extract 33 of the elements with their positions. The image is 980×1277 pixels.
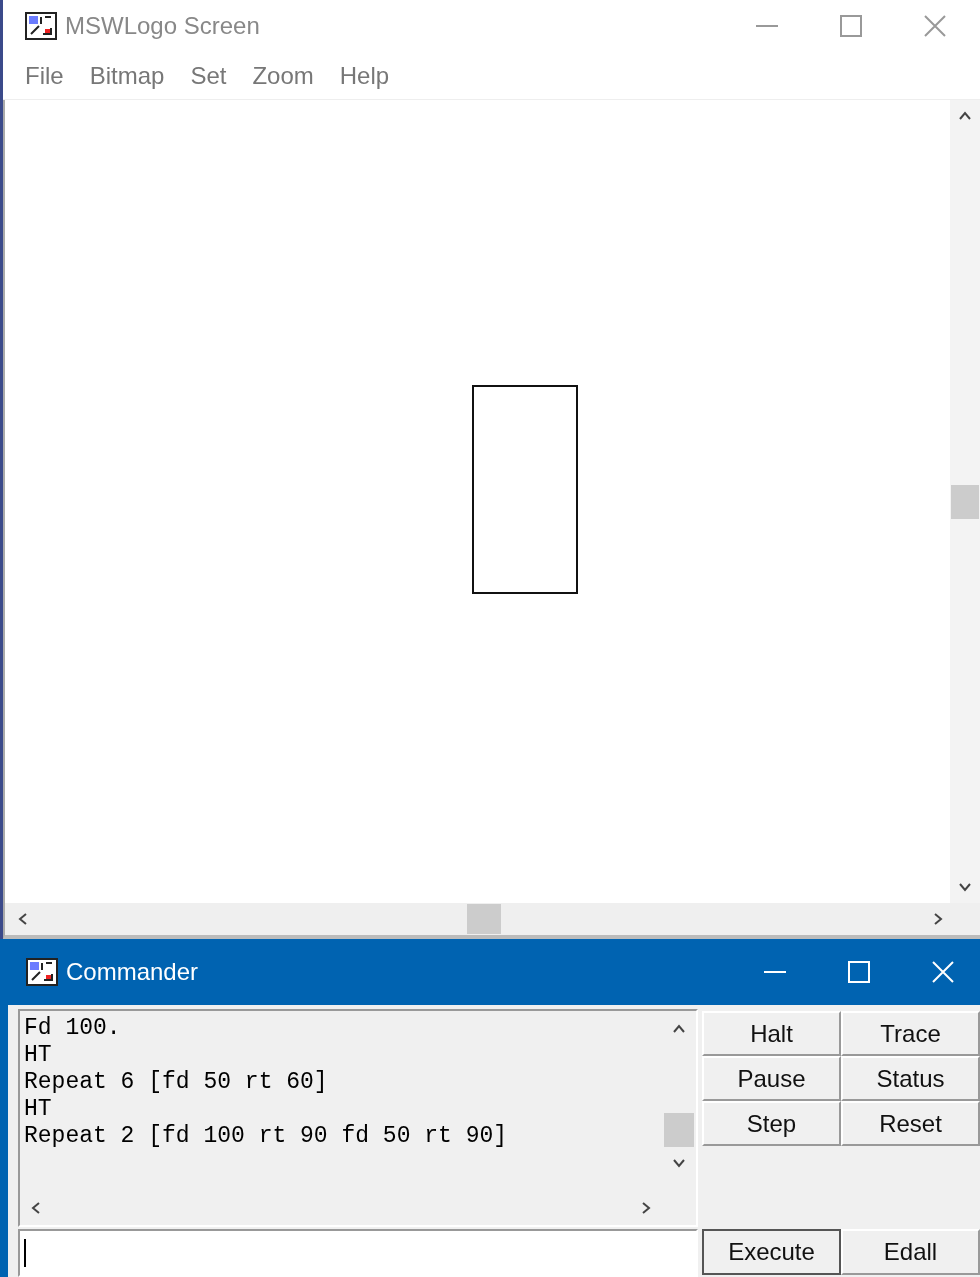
history-line[interactable]: Repeat 6 [fd 50 rt 60]	[24, 1069, 328, 1096]
command-button[interactable]: Execute	[702, 1229, 841, 1275]
app-icon	[26, 958, 58, 986]
vertical-scrollbar[interactable]	[950, 100, 980, 903]
command-button[interactable]: Step	[702, 1101, 841, 1146]
scroll-thumb[interactable]	[664, 1113, 694, 1147]
command-button[interactable]: Pause	[702, 1056, 841, 1101]
menu-item[interactable]: Set	[188, 57, 229, 94]
window-title: Commander	[66, 957, 199, 987]
text-cursor	[24, 1239, 26, 1267]
window-title: MSWLogo Screen	[65, 11, 260, 41]
history-line[interactable]: HT	[24, 1042, 52, 1069]
menu-item[interactable]: Bitmap	[87, 57, 167, 94]
command-button[interactable]: Trace	[841, 1011, 980, 1056]
menu-item[interactable]: File	[23, 57, 66, 94]
close-icon[interactable]	[924, 15, 946, 37]
maximize-icon[interactable]	[840, 15, 862, 37]
app-icon	[25, 12, 57, 40]
minimize-icon[interactable]	[756, 24, 778, 28]
horizontal-scrollbar[interactable]	[3, 903, 980, 939]
history-line[interactable]: Repeat 2 [fd 100 rt 90 fd 50 rt 90]	[24, 1123, 508, 1150]
command-button[interactable]: Reset	[841, 1101, 980, 1146]
menu-item[interactable]: Help	[337, 57, 392, 94]
history-line[interactable]: Fd 100.	[24, 1015, 121, 1042]
minimize-icon[interactable]	[764, 970, 786, 974]
command-button[interactable]: Halt	[702, 1011, 841, 1056]
scroll-thumb[interactable]	[467, 904, 501, 934]
command-input[interactable]	[18, 1229, 698, 1277]
menu-item[interactable]: Zoom	[250, 57, 316, 94]
history-line[interactable]: HT	[24, 1096, 52, 1123]
scroll-thumb[interactable]	[951, 484, 979, 519]
command-button[interactable]: Status	[841, 1056, 980, 1101]
command-button[interactable]: Edall	[841, 1229, 980, 1275]
